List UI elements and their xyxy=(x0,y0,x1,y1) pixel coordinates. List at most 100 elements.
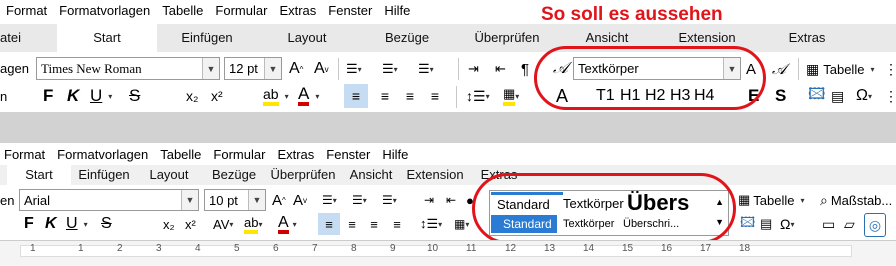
indent-decrease-icon[interactable]: ⇤ xyxy=(495,58,506,80)
font-color-button[interactable]: A ▾ xyxy=(298,84,319,108)
line-spacing-icon[interactable]: ↕☰ ▾ xyxy=(420,213,442,235)
ruler-number-9: 9 xyxy=(390,243,396,254)
underline-button[interactable]: U ▾ xyxy=(90,84,112,108)
align-justify-icon[interactable]: ≡ xyxy=(386,213,408,235)
indent-increase-icon[interactable]: ⇥ xyxy=(468,58,479,80)
bullet-list-icon[interactable]: ☰ ▾ xyxy=(346,58,362,80)
table-icon: ▦ xyxy=(738,192,751,207)
tab-bezuege[interactable]: Bezüge xyxy=(357,24,457,52)
tab-layout[interactable]: Layout xyxy=(137,165,201,185)
subscript-button[interactable]: x₂ xyxy=(186,84,198,108)
menu-formular[interactable]: Formular xyxy=(209,3,273,18)
tab-layout[interactable]: Layout xyxy=(257,24,357,52)
align-right-icon[interactable]: ≡ xyxy=(398,84,422,108)
italic-button[interactable]: K xyxy=(45,213,57,235)
menu-extras[interactable]: Extras xyxy=(271,147,320,162)
more-icon[interactable]: ⋮ xyxy=(884,58,896,80)
superscript-button[interactable]: x² xyxy=(211,84,223,108)
superscript-button[interactable]: x² xyxy=(185,213,196,235)
highlighter-icon[interactable]: ab ▾ xyxy=(263,84,289,108)
line-spacing-icon[interactable]: ↕☰ ▾ xyxy=(466,84,490,108)
image-icon[interactable]: 🖾 xyxy=(808,84,825,108)
outline-list-icon[interactable]: ☰ ▾ xyxy=(418,58,434,80)
tab-bezuege[interactable]: Bezüge xyxy=(201,165,267,185)
tab-start[interactable]: Start xyxy=(7,165,71,187)
zoom-button[interactable]: ⌕ Maßstab... xyxy=(820,189,892,211)
chevron-down-icon[interactable]: ▼ xyxy=(181,190,198,210)
grow-font-icon[interactable]: A ^ xyxy=(289,58,303,80)
highlighter-icon[interactable]: ab ▾ xyxy=(244,213,262,235)
underline-button[interactable]: U ▾ xyxy=(66,213,88,235)
shrink-font-icon[interactable]: Av xyxy=(293,189,307,211)
pilcrow-icon[interactable]: ¶ xyxy=(521,58,529,80)
menu-fenster[interactable]: Fenster xyxy=(320,147,376,162)
numbered-list-icon[interactable]: ☰ ▾ xyxy=(352,189,367,211)
strikethrough-button[interactable]: S xyxy=(129,84,140,108)
chevron-down-icon[interactable]: ▼ xyxy=(202,58,219,79)
tab-datei[interactable]: atei xyxy=(0,24,40,52)
menu-formular[interactable]: Formular xyxy=(207,147,271,162)
paragraph-bg-icon[interactable]: ▦ ▾ xyxy=(503,84,519,108)
menu-hilfe[interactable]: Hilfe xyxy=(376,147,414,162)
tab-start[interactable]: Start xyxy=(57,24,157,52)
menu-fenster[interactable]: Fenster xyxy=(322,3,378,18)
tab-ansicht[interactable]: Ansicht xyxy=(339,165,403,185)
bold-button[interactable]: F xyxy=(43,84,53,108)
menu-extras[interactable]: Extras xyxy=(273,3,322,18)
menu-formatvorlagen[interactable]: Formatvorlagen xyxy=(51,147,154,162)
align-left-icon[interactable]: ≡ xyxy=(344,84,368,108)
font-size-box[interactable]: 12 pt ▼ xyxy=(224,57,282,80)
strikethrough-button[interactable]: S xyxy=(101,213,112,235)
menu-formatvorlagen[interactable]: Formatvorlagen xyxy=(53,3,156,18)
char-spacing-button[interactable]: AV ▾ xyxy=(213,213,233,235)
indent-decrease-icon[interactable]: ⇤ xyxy=(446,189,456,211)
bold-button[interactable]: F xyxy=(24,213,34,235)
font-name-box[interactable]: Times New Roman ▼ xyxy=(36,57,220,80)
bullet-list-icon[interactable]: ☰ ▾ xyxy=(322,189,337,211)
table-button[interactable]: ▦ Tabelle ▾ xyxy=(806,58,874,80)
table-insert-icon[interactable]: ▤ xyxy=(760,213,772,235)
comment-icon[interactable]: ▭ xyxy=(822,213,835,235)
tab-extras[interactable]: Extras xyxy=(757,24,857,52)
table-button[interactable]: ▦ Tabelle ▾ xyxy=(738,189,805,211)
menu-tabelle[interactable]: Tabelle xyxy=(156,3,209,18)
shrink-font-icon[interactable]: Av xyxy=(314,58,329,80)
italic-button[interactable]: K xyxy=(67,84,79,108)
shapes-icon[interactable]: ▱ xyxy=(844,213,855,235)
more-icon[interactable]: ⋮ xyxy=(884,84,896,108)
menu-tabelle[interactable]: Tabelle xyxy=(154,147,207,162)
align-justify-icon[interactable]: ≡ xyxy=(423,84,447,108)
new-style-icon[interactable]: 𝒜 xyxy=(772,58,786,80)
table-insert-icon[interactable]: ▤ xyxy=(831,84,844,108)
special-char-icon[interactable]: Ω ▾ xyxy=(856,84,872,108)
align-right-icon[interactable]: ≡ xyxy=(363,213,385,235)
tab-ueberpruefen[interactable]: Überprüfen xyxy=(267,165,339,185)
align-center-icon[interactable]: ≡ xyxy=(341,213,363,235)
align-left-icon[interactable]: ≡ xyxy=(318,213,340,235)
chevron-down-icon[interactable]: ▼ xyxy=(248,190,265,210)
tab-extension[interactable]: Extension xyxy=(403,165,467,185)
tab-einfuegen[interactable]: Einfügen xyxy=(157,24,257,52)
menu-hilfe[interactable]: Hilfe xyxy=(378,3,416,18)
special-char-icon[interactable]: Ω ▾ xyxy=(780,213,794,235)
chevron-down-icon[interactable]: ▼ xyxy=(264,58,281,79)
numbered-list-icon[interactable]: ☰ ▾ xyxy=(382,58,398,80)
tab-ueberpruefen[interactable]: Überprüfen xyxy=(457,24,557,52)
tab-einfuegen[interactable]: Einfügen xyxy=(71,165,137,185)
navigator-icon[interactable]: ◎ xyxy=(864,213,886,237)
table-label: Tabelle xyxy=(823,61,865,77)
image-icon[interactable]: 🖾 xyxy=(740,213,755,235)
indent-increase-icon[interactable]: ⇥ xyxy=(424,189,434,211)
strong-button[interactable]: S xyxy=(775,84,786,108)
font-name-box[interactable]: Arial ▼ xyxy=(19,189,199,211)
menu-format[interactable]: Format xyxy=(0,3,53,18)
grow-font-icon[interactable]: A ^ xyxy=(272,189,286,211)
font-color-button[interactable]: A ▾ xyxy=(278,213,297,235)
bottom-menubar: Format Formatvorlagen Tabelle Formular E… xyxy=(0,143,896,165)
font-size-box[interactable]: 10 pt ▼ xyxy=(204,189,266,211)
menu-format[interactable]: Format xyxy=(0,147,51,162)
align-center-icon[interactable]: ≡ xyxy=(373,84,397,108)
outline-list-icon[interactable]: ☰ ▾ xyxy=(382,189,397,211)
subscript-button[interactable]: x₂ xyxy=(163,213,175,235)
paragraph-bg-icon[interactable]: ▦ ▾ xyxy=(454,213,469,235)
